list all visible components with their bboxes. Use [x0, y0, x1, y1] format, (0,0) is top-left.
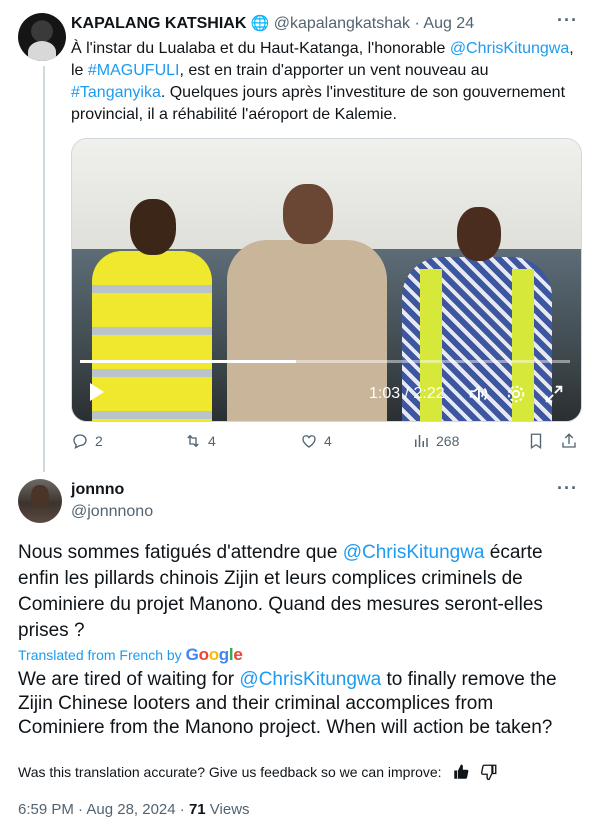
thread-line — [43, 66, 45, 472]
heart-icon — [302, 435, 316, 448]
mention-link[interactable]: @ChrisKitungwa — [450, 40, 569, 57]
video-player[interactable]: 1:03 / 2:22 — [71, 138, 582, 422]
text-segment: , est en train d'apporter un vent nouvea… — [179, 62, 489, 79]
video-progress-fill — [80, 360, 296, 363]
retweet-icon — [187, 434, 199, 448]
tweet-header: KAPALANG KATSHIAK 🌐 @kapalangkatshak · A… — [71, 14, 474, 34]
play-icon[interactable] — [90, 383, 104, 401]
settings-icon[interactable] — [505, 383, 527, 405]
views-label: Views — [205, 801, 250, 818]
tweet-text: Nous sommes fatigués d'attendre que @Chr… — [18, 540, 583, 644]
author-name[interactable]: jonnno — [71, 481, 124, 499]
translated-label: Translated from French by — [18, 647, 182, 663]
mention-link[interactable]: @ChrisKitungwa — [239, 669, 381, 690]
retweet-count: 4 — [208, 433, 216, 449]
mention-link[interactable]: @ChrisKitungwa — [343, 542, 485, 563]
video-time: 1:03 / 2:22 — [369, 385, 445, 402]
hashtag-link[interactable]: #Tanganyika — [71, 84, 161, 101]
like-count: 4 — [324, 433, 332, 449]
like-button[interactable]: 4 — [300, 432, 332, 450]
text-segment: À l'instar du Lualaba et du Haut-Katanga… — [71, 40, 450, 57]
fullscreen-icon[interactable] — [543, 383, 565, 405]
views-button[interactable]: 268 — [412, 432, 459, 450]
tweet-text: À l'instar du Lualaba et du Haut-Katanga… — [71, 38, 586, 126]
google-logo: Google — [185, 645, 243, 664]
tweet-meta: 6:59 PM · Aug 28, 2024 · 71 Views — [18, 801, 250, 818]
avatar[interactable] — [18, 479, 62, 523]
text-segment: We are tired of waiting for — [18, 669, 240, 690]
text-segment: Nous sommes fatigués d'attendre que — [18, 542, 343, 563]
hashtag-link[interactable]: #MAGUFULI — [88, 62, 180, 79]
more-options-icon[interactable]: ··· — [557, 478, 578, 499]
translated-by[interactable]: Translated from French by Google — [18, 645, 243, 665]
retweet-button[interactable]: 4 — [184, 432, 216, 450]
view-count: 268 — [436, 433, 460, 449]
video-progress-bar[interactable] — [80, 360, 570, 363]
views-icon — [415, 435, 428, 447]
feedback-label: Was this translation accurate? Give us f… — [18, 764, 442, 780]
author-handle[interactable]: @jonnnono — [71, 503, 153, 521]
person-left — [92, 199, 212, 421]
person-center — [227, 184, 387, 421]
tweet-actions: 2 4 4 268 — [71, 432, 586, 454]
author-name[interactable]: KAPALANG KATSHIAK — [71, 15, 246, 32]
volume-icon[interactable] — [467, 383, 489, 405]
share-button[interactable] — [560, 432, 578, 450]
translation-feedback: Was this translation accurate? Give us f… — [18, 763, 498, 781]
thumbs-up-icon[interactable] — [452, 763, 470, 781]
globe-icon: 🌐 — [246, 15, 270, 32]
views-count: 71 — [188, 801, 206, 818]
reply-icon — [73, 434, 87, 450]
author-handle[interactable]: @kapalangkatshak — [274, 15, 410, 32]
reply-count: 2 — [95, 433, 103, 449]
share-icon — [562, 433, 576, 448]
thumbs-down-icon[interactable] — [480, 763, 498, 781]
timestamp[interactable]: 6:59 PM · Aug 28, 2024 · — [18, 801, 189, 818]
more-options-icon[interactable]: ··· — [557, 10, 578, 31]
avatar[interactable] — [18, 13, 66, 61]
separator-dot: · — [414, 15, 420, 32]
bookmark-icon — [530, 433, 542, 450]
reply-button[interactable]: 2 — [71, 432, 103, 450]
bookmark-button[interactable] — [527, 432, 545, 450]
translation-text: We are tired of waiting for @ChrisKitung… — [18, 668, 583, 740]
tweet-date[interactable]: Aug 24 — [423, 15, 474, 32]
